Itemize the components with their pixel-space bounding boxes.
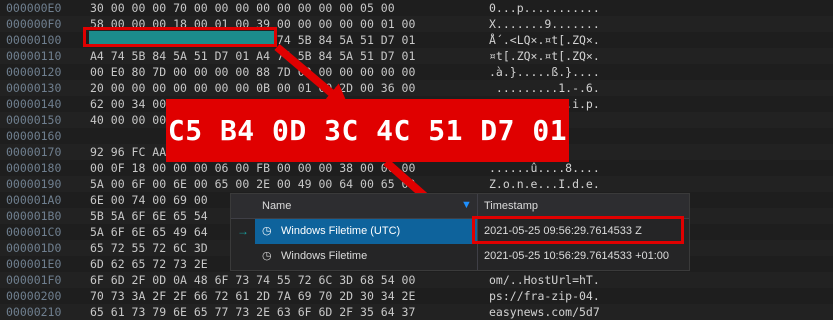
row-name: Windows Filetime (UTC) <box>281 225 401 237</box>
arrow-right-icon: → <box>237 224 249 238</box>
popup-row-filetime[interactable]: ◷ Windows Filetime 2021-05-25 10:56:29.7… <box>231 244 689 269</box>
row-name: Windows Filetime <box>281 250 368 262</box>
column-timestamp-header[interactable]: Timestamp <box>484 200 538 212</box>
row-name-cell: ◷ Windows Filetime <box>255 244 477 269</box>
clock-icon: ◷ <box>262 225 272 237</box>
row-timestamp: 2021-05-25 10:56:29.7614533 +01:00 <box>484 250 670 262</box>
timestamp-highlight-box <box>472 216 684 244</box>
row-name-cell: ◷ Windows Filetime (UTC) <box>255 219 477 244</box>
callout-text: C5 B4 0D 3C 4C 51 D7 01 <box>167 114 568 147</box>
column-name-header[interactable]: Name <box>262 200 291 212</box>
bytes-callout: C5 B4 0D 3C 4C 51 D7 01 <box>166 99 569 162</box>
arrow-to-callout <box>274 43 350 109</box>
clock-icon: ◷ <box>262 250 272 262</box>
filter-icon[interactable]: ▼ <box>461 199 472 211</box>
